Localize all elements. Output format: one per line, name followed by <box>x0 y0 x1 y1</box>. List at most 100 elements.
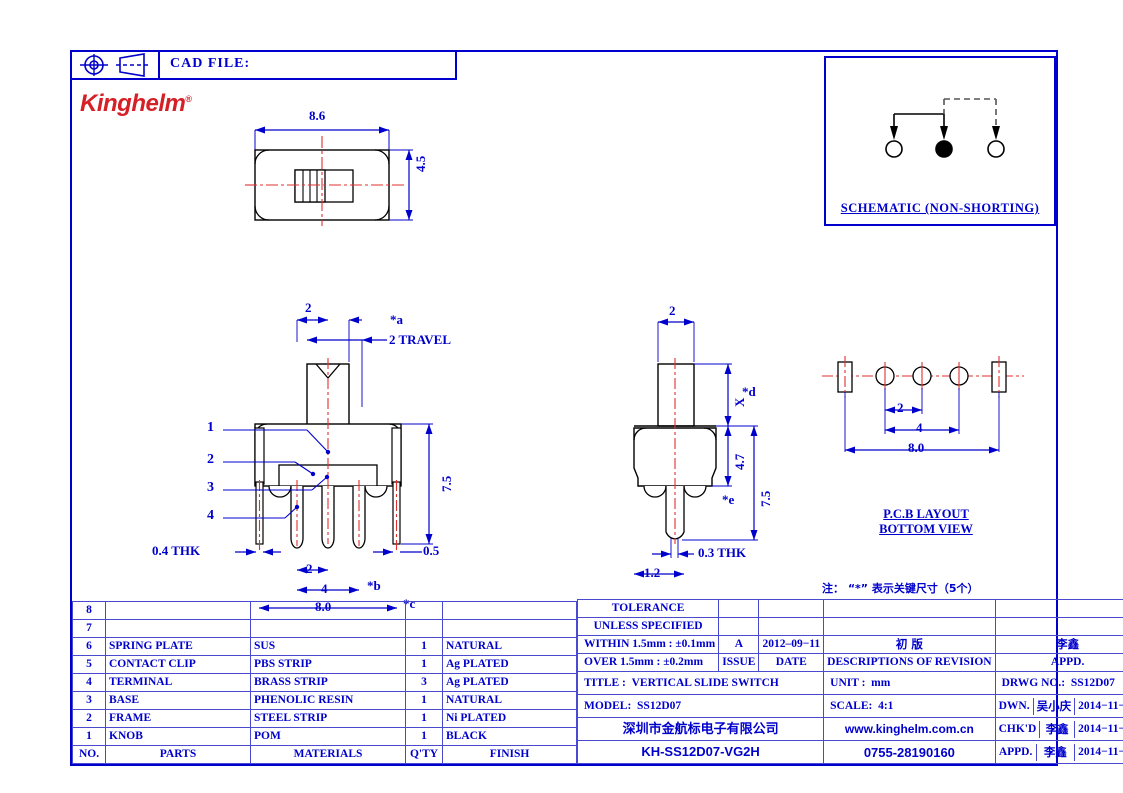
row-material: SUS <box>250 637 406 656</box>
title-row-over: OVER 1.5mm : ±0.2mm ISSUE DATE DESCRIPTI… <box>576 653 1123 672</box>
blank-cell-f <box>758 617 825 636</box>
date-value: 2012‒09−11 <box>758 635 825 654</box>
unit-value: mm <box>871 676 891 689</box>
row-finish: Ag PLATED <box>442 655 577 674</box>
title-value: VERTICAL SLIDE SWITCH <box>631 677 779 689</box>
side-knob-width-dim: 2 <box>669 303 676 318</box>
front-span4-dim: 4 <box>321 581 328 596</box>
front-view: 2 2 TRAVEL *a 7.5 1 2 3 4 0.4 THK 0.5 2 … <box>152 300 497 614</box>
row-finish: BLACK <box>442 727 577 746</box>
table-row: 4 TERMINAL BRASS STRIP 3 Ag PLATED <box>72 673 577 692</box>
kinghelm-logo: Kinghelm® <box>80 90 192 118</box>
row-material: STEEL STRIP <box>250 709 406 728</box>
title-label: TITLE : <box>584 677 626 689</box>
revision-appd-value: 李鑫 <box>994 635 1123 654</box>
scale-label: SCALE: <box>830 699 873 712</box>
drwg-no-cell: DRWG NO.: SS12D07 <box>994 671 1123 695</box>
schematic-caption: SCHEMATIC (NON-SHORTING) <box>840 201 1040 215</box>
row-no: 6 <box>72 637 106 656</box>
title-row-title: TITLE : VERTICAL SLIDE SWITCH UNIT : mm … <box>576 671 1123 695</box>
title-row-company: 深圳市金航标电子有限公司 www.kinghelm.com.cn CHK'D 李… <box>576 717 1123 741</box>
appd-date: 2014−11−28 <box>1078 745 1123 758</box>
title-row-model: MODEL: SS12D07 SCALE: 4:1 DWN. 吴小庆 2014−… <box>576 694 1123 718</box>
unit-cell: UNIT : mm <box>823 671 996 695</box>
header-materials: MATERIALS <box>250 745 406 764</box>
header-qty: Q'TY <box>405 745 443 764</box>
key-dimension-note: 注： “*” 表示关键尺寸（5个） <box>822 582 979 595</box>
row-qty <box>405 601 443 620</box>
scale-value: 4:1 <box>878 699 894 712</box>
company-phone: 0755-28190160 <box>823 740 996 764</box>
chkd-date: 2014−11−28 <box>1078 722 1123 735</box>
schematic-diagram <box>885 98 1005 158</box>
schematic-panel: SCHEMATIC (NON-SHORTING) <box>824 56 1056 226</box>
blank-cell-c <box>823 599 996 618</box>
date-label: DATE <box>758 653 825 672</box>
pcb-span-dim: 4 <box>916 420 923 435</box>
drawing-sheet: CAD FILE: Kinghelm® SCHEMATIC (NON-SHORT… <box>70 50 1123 766</box>
row-material: BRASS STRIP <box>250 673 406 692</box>
table-row: 6 SPRING PLATE SUS 1 NATURAL <box>72 637 577 656</box>
projection-symbol-box <box>72 52 160 78</box>
row-part <box>105 601 251 620</box>
row-material: PBS STRIP <box>250 655 406 674</box>
row-material <box>250 619 406 638</box>
side-pin-thk-dim: 0.3 THK <box>698 545 747 560</box>
unit-label: UNIT : <box>830 676 866 689</box>
revision-label: DESCRIPTIONS OF REVISION <box>823 653 996 672</box>
side-knob-height-star: *d <box>742 384 756 399</box>
chkd-label: CHK'D <box>995 720 1041 738</box>
row-material: POM <box>250 727 406 746</box>
front-body-height-dim: 7.5 <box>439 475 454 492</box>
revision-appd-label: APPD. <box>994 653 1123 672</box>
front-span4-star: *b <box>367 578 381 593</box>
blank-cell-g <box>823 617 996 636</box>
sheet-header-strip: CAD FILE: <box>72 52 457 80</box>
row-part: TERMINAL <box>105 673 251 692</box>
pcb-pitch-dim: 2 <box>897 400 904 415</box>
dwn-cell: DWN. 吴小庆 2014−11−28 <box>994 694 1123 718</box>
row-material: PHENOLIC RESIN <box>250 691 406 710</box>
drawing-title: TITLE : VERTICAL SLIDE SWITCH <box>576 671 825 695</box>
side-view: 2 X *d 4.7 *e 7.5 0.3 THK 1.2 <box>562 302 782 612</box>
title-row-tolerance-1: TOLERANCE <box>576 599 1123 618</box>
row-finish: Ni PLATED <box>442 709 577 728</box>
chkd-cell: CHK'D 李鑫 2014−11−28 <box>994 717 1123 741</box>
row-finish <box>442 619 577 638</box>
blank-cell-d <box>994 599 1123 618</box>
row-qty: 1 <box>405 655 443 674</box>
title-row-partnumber: KH-SS12D07-VG2H 0755-28190160 APPD. 李鑫 2… <box>576 740 1123 764</box>
side-total-height-dim: 7.5 <box>758 490 773 507</box>
company-website: www.kinghelm.com.cn <box>823 717 996 741</box>
title-row-within: WITHIN 1.5mm : ±0.1mm A 2012‒09−11 初 版 李… <box>576 635 1123 654</box>
front-travel-star: *a <box>390 312 403 327</box>
row-part: SPRING PLATE <box>105 637 251 656</box>
header-finish: FINISH <box>442 745 577 764</box>
front-knob-width-dim: 2 <box>305 300 312 315</box>
header-parts: PARTS <box>105 745 251 764</box>
parts-table-header-row: NO. PARTS MATERIALS Q'TY FINISH <box>72 745 577 764</box>
pcb-overall-dim: 8.0 <box>908 440 925 455</box>
logo-text: Kinghelm <box>80 90 186 117</box>
row-no: 8 <box>72 601 106 620</box>
blank-cell-b <box>758 599 825 618</box>
registered-mark: ® <box>185 94 192 104</box>
drwg-no-value: SS12D07 <box>1070 676 1115 689</box>
tolerance-within: WITHIN 1.5mm : ±0.1mm <box>576 635 720 654</box>
row-qty: 3 <box>405 673 443 692</box>
blank-cell-h <box>994 617 1123 636</box>
dwn-value: 吴小庆 <box>1033 697 1076 715</box>
appd-cell: APPD. 李鑫 2014−11−28 <box>994 740 1123 764</box>
front-view-drawing <box>223 316 433 612</box>
company-name-cn: 深圳市金航标电子有限公司 <box>576 717 825 741</box>
row-no: 1 <box>72 727 106 746</box>
callout-1: 1 <box>207 420 214 435</box>
pcb-layout-caption-line1: P.C.B LAYOUT <box>883 507 969 521</box>
table-row: 5 CONTACT CLIP PBS STRIP 1 Ag PLATED <box>72 655 577 674</box>
top-view-width-dim: 8.6 <box>309 108 326 123</box>
header-no: NO. <box>72 745 106 764</box>
scale-cell: SCALE: 4:1 <box>823 694 996 718</box>
row-qty: 1 <box>405 709 443 728</box>
part-number: KH-SS12D07-VG2H <box>576 740 825 764</box>
top-view-drawing <box>245 126 413 226</box>
